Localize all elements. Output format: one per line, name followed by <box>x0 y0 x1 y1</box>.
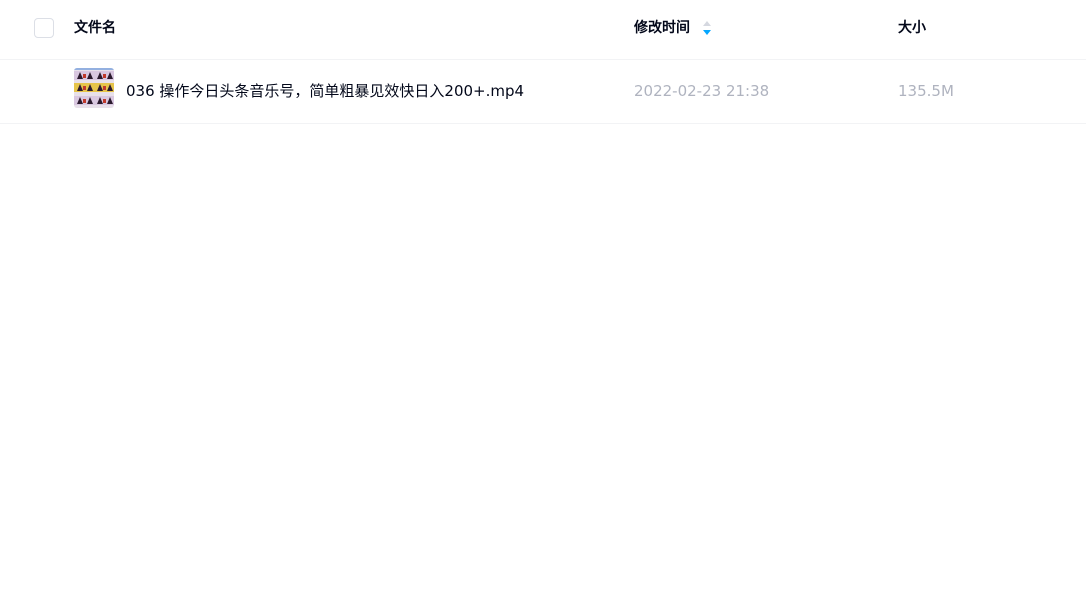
sort-arrows-icon[interactable] <box>702 20 712 36</box>
file-name-link[interactable]: 036 操作今日头条音乐号，简单粗暴见效快日入200+.mp4 <box>126 81 524 101</box>
column-header-name[interactable]: 文件名 <box>74 18 116 38</box>
column-header-size[interactable]: 大小 <box>898 18 926 38</box>
video-thumbnail-icon[interactable] <box>74 68 114 108</box>
file-size: 135.5M <box>898 82 954 100</box>
file-modified-time: 2022-02-23 21:38 <box>634 82 770 100</box>
select-all-checkbox[interactable] <box>34 18 54 38</box>
table-header: 文件名 修改时间 大小 <box>0 0 1086 60</box>
column-header-modified-time[interactable]: 修改时间 <box>634 18 690 38</box>
file-table: 文件名 修改时间 大小 036 操作今日头条音乐号，简单粗暴见效快日入200+.… <box>0 0 1086 124</box>
table-row[interactable]: 036 操作今日头条音乐号，简单粗暴见效快日入200+.mp4 2022-02-… <box>0 60 1086 124</box>
